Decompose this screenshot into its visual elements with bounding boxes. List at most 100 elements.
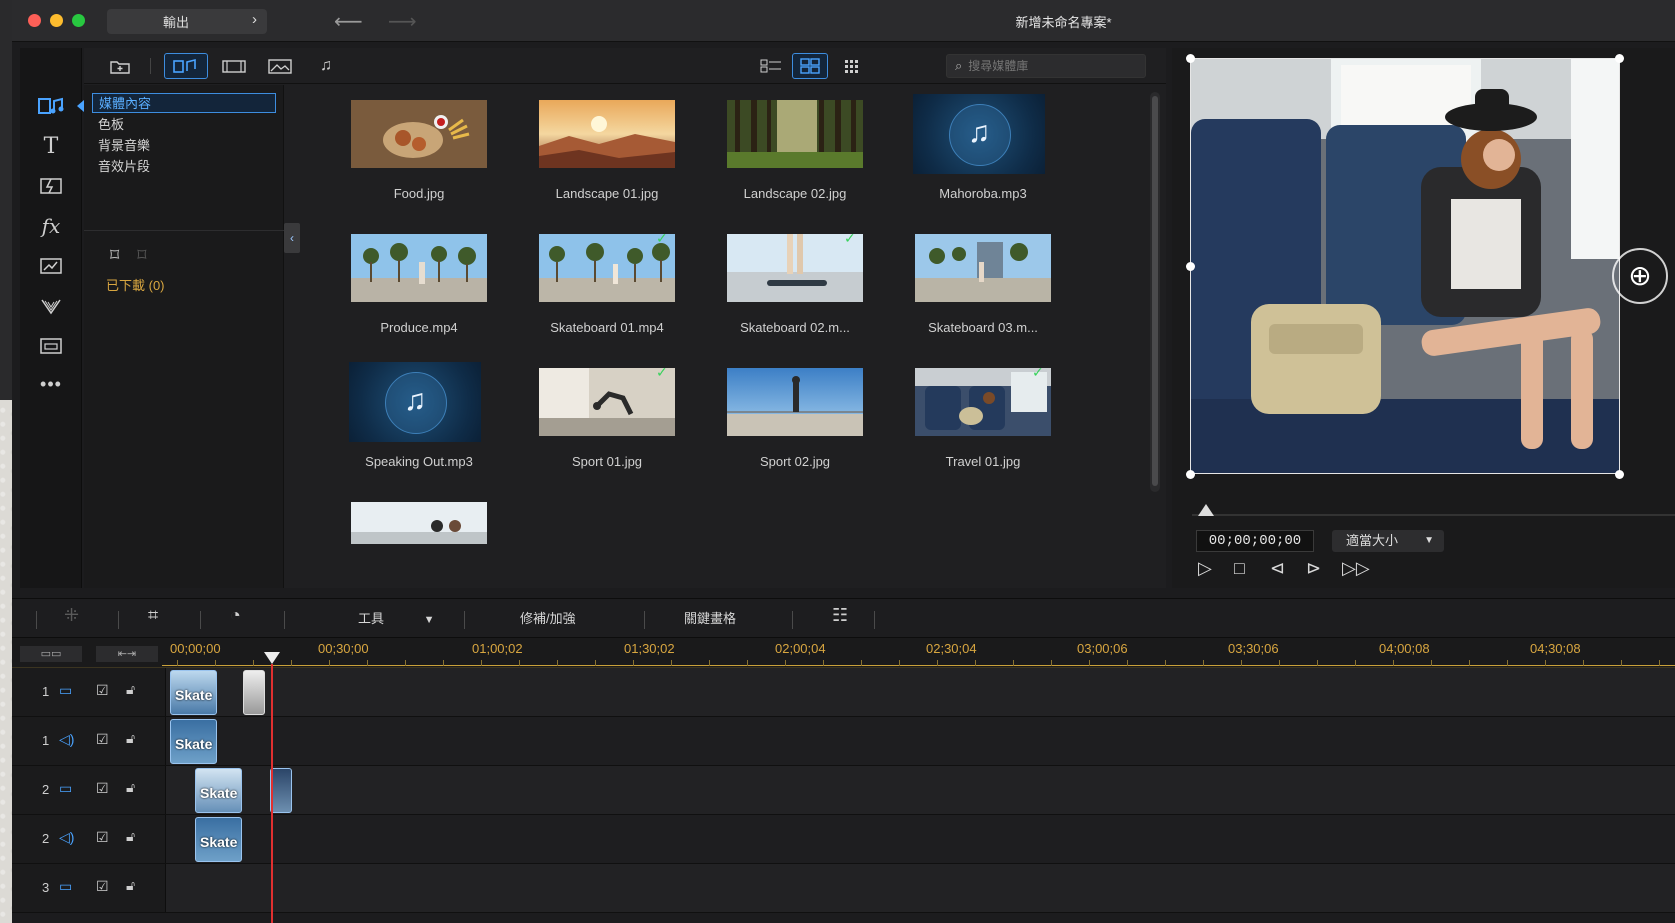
title-room-button[interactable]: T (20, 128, 82, 164)
media-tile[interactable]: Sport 02.jpg (710, 362, 870, 496)
track-enable-checkbox[interactable]: ☑ (96, 682, 109, 699)
tree-item-color-board[interactable]: 色板 (92, 115, 276, 135)
track-enable-checkbox[interactable]: ☑ (96, 731, 109, 748)
media-room-button[interactable] (20, 88, 84, 124)
image-clip[interactable] (243, 670, 265, 715)
audio-thumbnail: ♫ (349, 362, 481, 442)
produce-thumbnail (351, 234, 487, 302)
add-tag-icon[interactable]: ⌑ (110, 245, 119, 265)
track-enable-checkbox[interactable]: ☑ (96, 829, 109, 846)
track-row[interactable]: 2 ◁) ☑ 🔓︎ (12, 815, 1675, 864)
tree-item-sound-clips[interactable]: 音效片段 (92, 157, 276, 177)
track-enable-checkbox[interactable]: ☑ (96, 780, 109, 797)
media-filename: Landscape 01.jpg (555, 186, 659, 201)
pip-room-button[interactable] (20, 248, 82, 284)
import-media-button[interactable] (98, 53, 142, 79)
lock-icon[interactable]: 🔓︎ (126, 828, 135, 845)
scrollbar-thumb[interactable] (1152, 96, 1158, 486)
media-tile[interactable] (334, 496, 494, 588)
track-row[interactable]: 1 ◁) ☑ 🔓︎ (12, 717, 1675, 766)
fix-enhance-button[interactable]: 修補/加強 (520, 608, 576, 627)
transition-room-button[interactable] (20, 168, 82, 204)
previous-frame-button[interactable]: ⊲ (1270, 558, 1285, 579)
media-tile[interactable]: ✓ Travel 01.jpg (898, 362, 1058, 496)
subtitle-edit-button[interactable]: ☷ (832, 605, 848, 626)
image-clip[interactable] (270, 768, 292, 813)
play-button[interactable]: ▷ (1198, 558, 1212, 579)
resize-handle[interactable] (1186, 262, 1195, 271)
tree-item-media-content[interactable]: 媒體內容 (92, 93, 276, 113)
media-tile[interactable]: ✓ Sport 01.jpg (522, 362, 682, 496)
ruler-tick-label: 02;00;04 (775, 641, 826, 656)
media-scrollbar[interactable] (1150, 92, 1160, 492)
track-enable-checkbox[interactable]: ☑ (96, 878, 109, 895)
filter-video-button[interactable] (212, 53, 256, 79)
keyframe-button[interactable]: 關鍵畫格 (684, 608, 736, 627)
subtitle-room-button[interactable] (20, 328, 82, 364)
video-clip[interactable]: Skate (195, 768, 242, 813)
rotate-handle-icon[interactable]: ⊕ (1612, 248, 1668, 304)
playhead-icon[interactable] (264, 652, 280, 664)
media-tile[interactable]: Food.jpg (334, 94, 494, 228)
media-tile[interactable]: Skateboard 03.m... (898, 228, 1058, 362)
split-button[interactable]: ⁜ (64, 605, 79, 626)
media-tile[interactable]: ✓ Skateboard 01.mp4 (522, 228, 682, 362)
skateboard-03-thumbnail (915, 234, 1051, 302)
collapse-library-button[interactable]: ‹ (284, 223, 300, 253)
media-tile[interactable]: Landscape 01.jpg (522, 94, 682, 228)
fit-timeline-button[interactable]: ⇤⇥ (96, 646, 158, 662)
toolbar-divider (200, 611, 201, 629)
track-row[interactable]: 3 ▭ ☑ 🔓︎ (12, 864, 1675, 913)
playhead-line[interactable] (271, 664, 273, 923)
stop-button[interactable]: □ (1234, 558, 1245, 579)
particle-room-button[interactable] (20, 288, 82, 324)
preview-panel: ⊕ 00;00;00;00 適當大小 ▼ ▷ □ ⊲ ⊳ ▷▷ (1172, 48, 1675, 588)
track-view-button[interactable]: ▭▭ (20, 646, 82, 662)
preview-timecode[interactable]: 00;00;00;00 (1196, 530, 1314, 552)
timeline-ruler[interactable]: ▭▭ ⇤⇥ 00;00;00 00;30;00 01;00;02 01;30;0… (12, 638, 1675, 668)
resize-handle[interactable] (1615, 470, 1624, 479)
preview-scrub-track[interactable] (1192, 514, 1675, 516)
preview-image[interactable] (1190, 58, 1620, 474)
crop-button[interactable]: ⌗ (148, 605, 158, 626)
small-grid-view-button[interactable] (836, 53, 866, 79)
grid-view-button[interactable] (792, 53, 828, 79)
tree-item-background-music[interactable]: 背景音樂 (92, 136, 276, 156)
fit-size-select[interactable]: 適當大小 ▼ (1332, 530, 1444, 552)
lock-icon[interactable]: 🔓︎ (126, 877, 135, 894)
list-view-button[interactable] (754, 53, 788, 79)
media-tile[interactable]: Produce.mp4 (334, 228, 494, 362)
resize-handle[interactable] (1186, 470, 1195, 479)
audio-clip[interactable]: Skate (170, 719, 217, 764)
media-tile[interactable]: ♫ Speaking Out.mp3 (334, 362, 494, 496)
ruler-tick (177, 660, 178, 666)
clip-label: Skate (200, 834, 238, 850)
lock-icon[interactable]: 🔓︎ (126, 730, 135, 747)
tools-menu[interactable]: 工具 ▼ (358, 608, 435, 627)
next-frame-button[interactable]: ⊳ (1306, 558, 1321, 579)
search-input[interactable] (968, 59, 1129, 73)
media-tile[interactable]: ✓ Skateboard 02.m... (710, 228, 870, 362)
lock-icon[interactable]: 🔓︎ (126, 779, 135, 796)
audio-clip[interactable]: Skate (195, 817, 242, 862)
downloaded-count[interactable]: 已下載 (0) (106, 275, 165, 294)
fast-forward-button[interactable]: ▷▷ (1342, 558, 1370, 579)
scrub-head-icon[interactable] (1198, 504, 1214, 516)
effect-room-button[interactable]: fx (20, 208, 82, 244)
ruler-tick (1583, 660, 1584, 666)
speed-button[interactable]: ◔ (230, 605, 241, 626)
toolbar-divider (284, 611, 285, 629)
filter-image-button[interactable] (258, 53, 302, 79)
resize-handle[interactable] (1186, 54, 1195, 63)
track-row[interactable]: 2 ▭ ☑ 🔓︎ (12, 766, 1675, 815)
media-tile[interactable]: Landscape 02.jpg (710, 94, 870, 228)
resize-handle[interactable] (1615, 54, 1624, 63)
remove-tag-icon[interactable]: ⌑ (137, 245, 146, 265)
media-tile[interactable]: ♫ Mahoroba.mp3 (898, 94, 1058, 228)
filter-all-media-button[interactable] (164, 53, 208, 79)
video-clip[interactable]: Skate (170, 670, 217, 715)
lock-icon[interactable]: 🔓︎ (126, 681, 135, 698)
media-search-box[interactable]: ⌕ (946, 54, 1146, 78)
more-rooms-button[interactable]: ••• (20, 366, 82, 402)
filter-audio-button[interactable]: ♫ (304, 53, 348, 79)
